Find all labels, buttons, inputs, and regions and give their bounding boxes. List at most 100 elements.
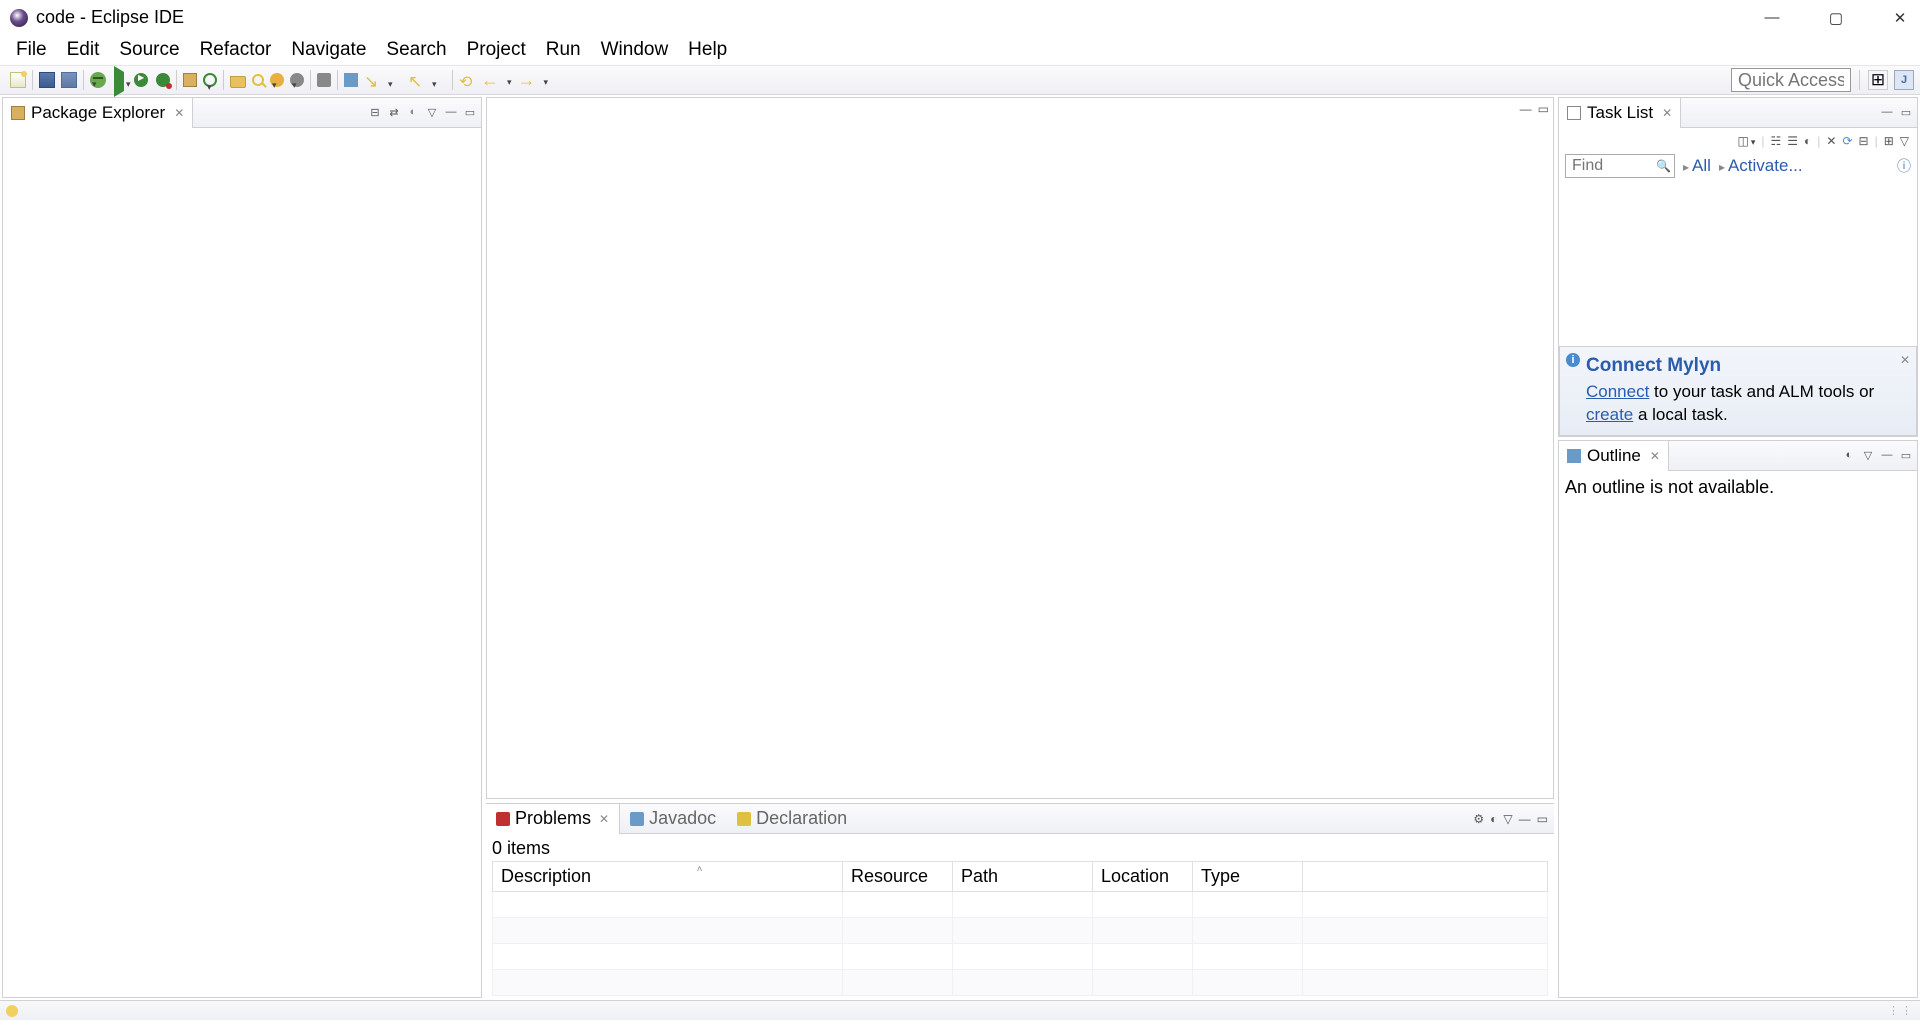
pin-editor-button[interactable] <box>344 73 358 87</box>
prev-annotation-menu[interactable] <box>430 72 446 88</box>
new-type-button[interactable] <box>203 73 217 87</box>
maximize-button[interactable]: ▢ <box>1826 9 1846 27</box>
outline-tab[interactable]: Outline ✕ <box>1559 441 1669 471</box>
focus-workweek-icon[interactable]: ◐ <box>1804 134 1811 148</box>
link-editor-icon[interactable]: ⇄ <box>387 106 401 120</box>
view-menu-icon[interactable]: ▽ <box>1503 812 1512 826</box>
col-path[interactable]: Path <box>953 862 1093 892</box>
view-menu-icon[interactable]: ▽ <box>1900 134 1909 148</box>
col-description[interactable]: Description˄ <box>493 862 843 892</box>
maximize-view-icon[interactable]: ▭ <box>1537 812 1548 826</box>
new-package-button[interactable] <box>183 73 197 87</box>
mylyn-text: Connect to your task and ALM tools or cr… <box>1586 381 1906 427</box>
open-task-button[interactable] <box>230 76 246 88</box>
toolbar-separator <box>32 70 33 90</box>
task-presentation-icon[interactable]: ⊞ <box>1884 134 1894 148</box>
menu-window[interactable]: Window <box>591 36 679 64</box>
next-annotation-menu[interactable] <box>386 72 402 88</box>
maximize-view-icon[interactable]: ▭ <box>1899 106 1913 120</box>
run-button[interactable] <box>112 72 128 88</box>
toggle-breadcrumb-button[interactable] <box>317 73 331 87</box>
table-row <box>493 918 1548 944</box>
debug-button[interactable] <box>90 72 106 88</box>
minimize-button[interactable]: ― <box>1762 9 1782 27</box>
close-icon[interactable]: ✕ <box>174 106 184 120</box>
categorized-icon[interactable]: ☵ <box>1770 134 1781 148</box>
open-perspective-button[interactable]: ⊞ <box>1868 70 1888 90</box>
menu-search[interactable]: Search <box>376 36 456 64</box>
menu-navigate[interactable]: Navigate <box>281 36 376 64</box>
search-button[interactable] <box>252 74 264 86</box>
hide-completed-icon[interactable]: ✕ <box>1826 134 1836 148</box>
mylyn-connect-link[interactable]: Connect <box>1586 382 1649 401</box>
menu-refactor[interactable]: Refactor <box>190 36 282 64</box>
task-list-tab[interactable]: Task List ✕ <box>1559 98 1681 128</box>
close-icon[interactable]: ✕ <box>1900 353 1910 367</box>
collapse-all-icon[interactable]: ⊟ <box>1859 134 1869 148</box>
quick-access-input[interactable] <box>1731 68 1851 92</box>
java-perspective-button[interactable]: J <box>1894 70 1914 90</box>
forward-menu[interactable] <box>542 70 549 90</box>
task-filter-all[interactable]: All <box>1683 156 1711 176</box>
synchronize-icon[interactable]: ⟳ <box>1842 134 1852 148</box>
tip-icon[interactable] <box>6 1005 18 1017</box>
filters-icon[interactable]: ⚙ <box>1473 812 1484 826</box>
back-menu[interactable] <box>505 70 512 90</box>
focus-icon[interactable]: ◐ <box>1842 449 1856 463</box>
menu-edit[interactable]: Edit <box>57 36 110 64</box>
task-activate[interactable]: Activate... <box>1719 156 1803 176</box>
task-list-body: ◫ | ☵ ☰ ◐ | ✕ ⟳ ⊟ | ⊞ ▽ 🔍 <box>1559 128 1917 186</box>
mylyn-create-link[interactable]: create <box>1586 405 1633 424</box>
save-button[interactable] <box>39 72 55 88</box>
minimize-view-icon[interactable]: ― <box>1880 106 1894 120</box>
tab-declaration[interactable]: Declaration <box>727 804 858 834</box>
focus-icon[interactable]: ◐ <box>1490 812 1497 826</box>
menu-help[interactable]: Help <box>678 36 737 64</box>
window-title: code - Eclipse IDE <box>36 7 184 28</box>
col-resource[interactable]: Resource <box>843 862 953 892</box>
col-location[interactable]: Location <box>1093 862 1193 892</box>
prev-annotation-button[interactable]: ↖ <box>408 72 424 88</box>
menu-file[interactable]: File <box>6 36 57 64</box>
minimize-view-icon[interactable]: ― <box>1880 449 1894 463</box>
view-menu-icon[interactable]: ▽ <box>425 106 439 120</box>
coverage-button[interactable] <box>134 72 150 88</box>
close-icon[interactable]: ✕ <box>1650 449 1660 463</box>
minimize-view-icon[interactable]: ― <box>444 106 458 120</box>
new-button[interactable] <box>10 72 26 88</box>
maximize-view-icon[interactable]: ▭ <box>1899 449 1913 463</box>
scheduled-icon[interactable]: ☰ <box>1787 134 1798 148</box>
maximize-editor-icon[interactable]: ▭ <box>1538 102 1549 116</box>
toolbar-separator <box>223 70 224 90</box>
tab-problems[interactable]: Problems ✕ <box>486 804 620 834</box>
menu-project[interactable]: Project <box>457 36 536 64</box>
view-menu-icon[interactable]: ▽ <box>1861 449 1875 463</box>
col-type[interactable]: Type <box>1193 862 1303 892</box>
table-row <box>493 892 1548 918</box>
col-extra[interactable] <box>1303 862 1548 892</box>
run-external-button[interactable] <box>156 73 170 87</box>
maximize-view-icon[interactable]: ▭ <box>463 106 477 120</box>
last-edit-button[interactable]: ⟲ <box>459 72 475 88</box>
new-task-icon[interactable]: ◫ <box>1737 134 1755 148</box>
minimize-editor-icon[interactable]: ― <box>1520 102 1532 116</box>
forward-button[interactable]: → <box>518 70 536 91</box>
focus-task-icon[interactable]: ◐ <box>406 106 420 120</box>
menu-run[interactable]: Run <box>536 36 591 64</box>
package-explorer-tab[interactable]: Package Explorer ✕ <box>3 98 193 128</box>
close-icon[interactable]: ✕ <box>599 812 609 826</box>
menu-source[interactable]: Source <box>109 36 189 64</box>
minimize-view-icon[interactable]: ― <box>1519 812 1531 826</box>
back-button[interactable]: ← <box>481 70 499 91</box>
open-type-button[interactable] <box>270 73 284 87</box>
help-icon[interactable]: ⓘ <box>1897 156 1911 176</box>
collapse-all-icon[interactable]: ⊟ <box>368 106 382 120</box>
close-button[interactable]: ✕ <box>1890 9 1910 27</box>
separator: | <box>1875 134 1878 148</box>
annotation-button[interactable] <box>290 73 304 87</box>
close-icon[interactable]: ✕ <box>1662 106 1672 120</box>
tab-javadoc[interactable]: Javadoc <box>620 804 727 834</box>
editor-area: ― ▭ Problems ✕ Javadoc Declaration <box>486 97 1554 998</box>
next-annotation-button[interactable]: ↘ <box>364 72 380 88</box>
save-all-button[interactable] <box>61 72 77 88</box>
